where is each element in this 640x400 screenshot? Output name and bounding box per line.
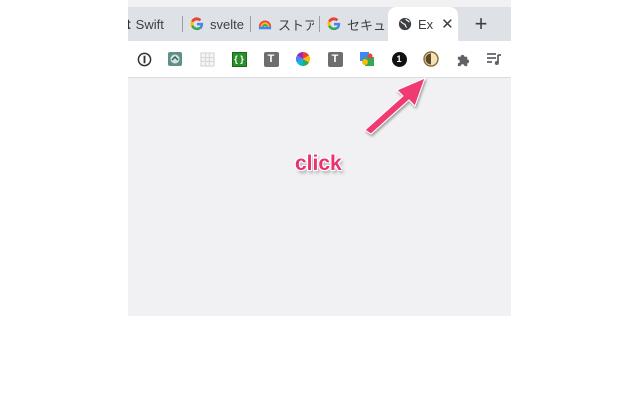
ext-grid-icon[interactable]	[199, 51, 215, 67]
json-icon[interactable]: { }	[231, 51, 247, 67]
t-icon[interactable]: T	[327, 51, 343, 67]
tab-swift[interactable]: t Swift	[128, 7, 178, 41]
one-icon[interactable]: 1	[391, 51, 407, 67]
tab-strip: t Swift svelte ストア セキュ Ex ✕ +	[128, 7, 511, 41]
click-annotation: click	[295, 152, 342, 175]
extensions-toolbar: { } T T 1	[128, 41, 511, 78]
ars-icon: t	[128, 16, 131, 32]
tab-svelte[interactable]: svelte	[190, 7, 248, 41]
google-tone-icon[interactable]	[359, 51, 375, 67]
puzzle-icon[interactable]	[455, 51, 471, 67]
ext-globe-icon[interactable]	[167, 51, 183, 67]
color-wheel-icon[interactable]	[295, 51, 311, 67]
tab-security[interactable]: セキュ	[327, 7, 385, 41]
tab-separator	[319, 16, 320, 32]
page-content	[128, 78, 511, 316]
close-tab-icon[interactable]: ✕	[441, 15, 454, 33]
annotation-arrow-icon	[364, 77, 426, 135]
google-icon	[190, 17, 204, 31]
google-icon	[327, 17, 341, 31]
webstore-icon	[258, 20, 272, 30]
new-tab-button[interactable]: +	[471, 13, 491, 35]
tab-extension-active[interactable]: Ex ✕	[388, 7, 458, 41]
tab-store[interactable]: ストア	[258, 7, 314, 41]
t-icon[interactable]: T	[263, 51, 279, 67]
globe-icon	[398, 17, 412, 31]
dark-mode-icon[interactable]	[423, 51, 439, 67]
tab-separator	[250, 16, 251, 32]
1password-icon[interactable]	[136, 51, 152, 67]
tab-separator	[182, 16, 183, 32]
media-queue-icon[interactable]	[486, 51, 502, 67]
